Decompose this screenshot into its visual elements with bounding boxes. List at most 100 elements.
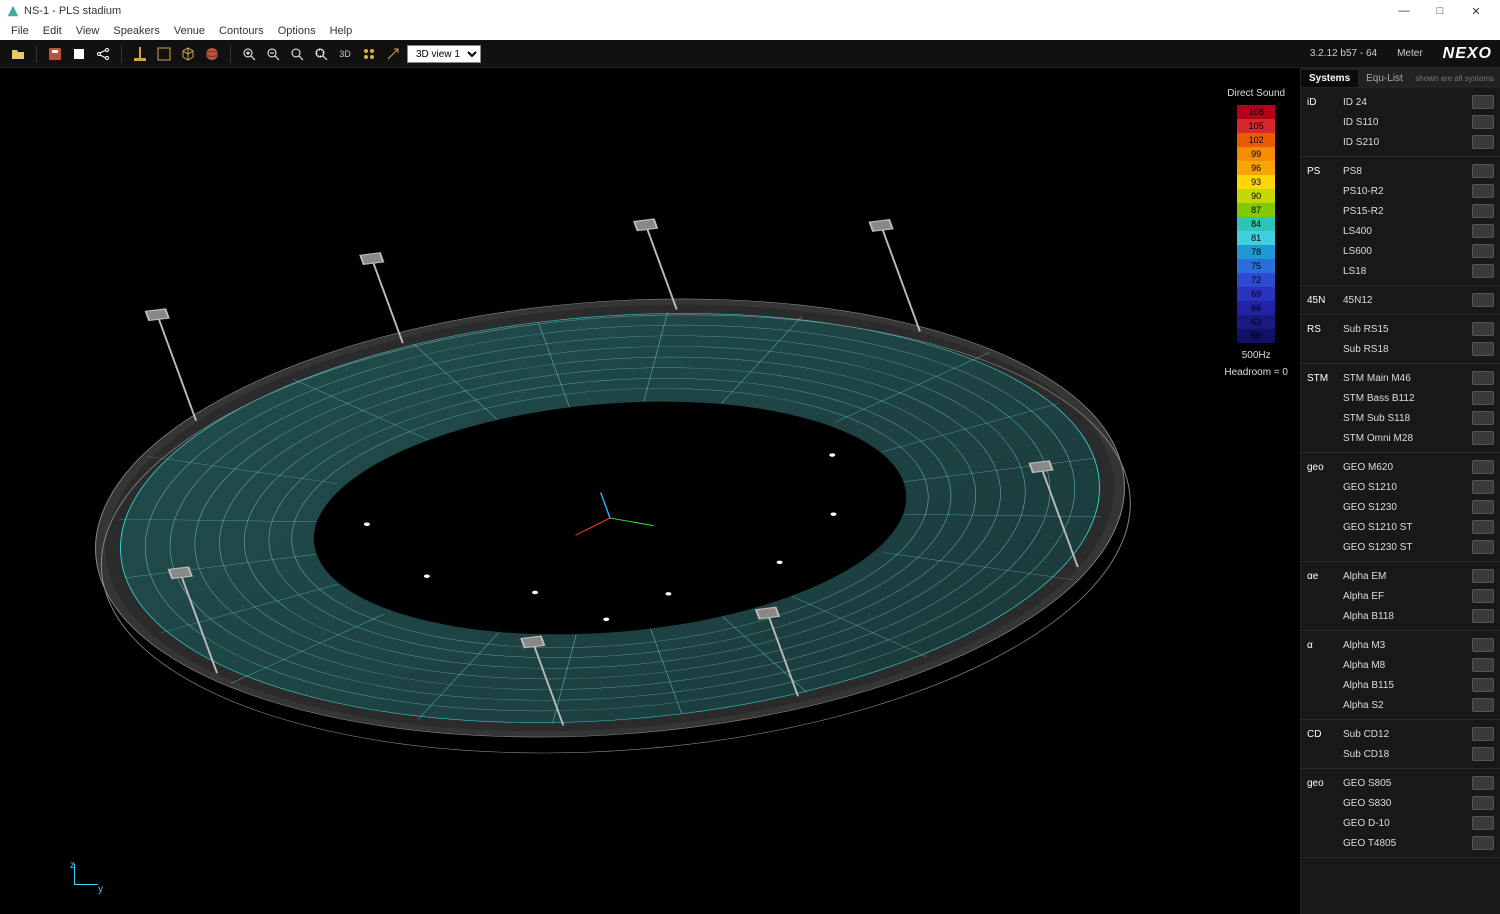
speaker-item[interactable]: GEO D-10	[1301, 813, 1500, 833]
speaker-item[interactable]: geoGEO S805	[1301, 773, 1500, 793]
speaker-item[interactable]: STM Bass B112	[1301, 388, 1500, 408]
speaker-item[interactable]: Alpha S2	[1301, 695, 1500, 715]
box-iso-icon[interactable]	[178, 44, 198, 64]
speaker-item[interactable]: Alpha M8	[1301, 655, 1500, 675]
speaker-item[interactable]: Sub CD18	[1301, 744, 1500, 764]
speaker-group: iDID 24ID S110ID S210	[1301, 88, 1500, 157]
speaker-item-label: Sub CD12	[1343, 729, 1472, 740]
speaker-thumbnail-icon	[1472, 727, 1494, 741]
speaker-item-label: GEO S830	[1343, 798, 1472, 809]
speaker-item[interactable]: ID S210	[1301, 132, 1500, 152]
speaker-item[interactable]: CDSub CD12	[1301, 724, 1500, 744]
speaker-thumbnail-icon	[1472, 540, 1494, 554]
cluster-icon[interactable]	[359, 44, 379, 64]
speaker-item[interactable]: RSSub RS15	[1301, 319, 1500, 339]
speaker-item[interactable]: Alpha B115	[1301, 675, 1500, 695]
viewport-3d[interactable]: Direct Sound 108105102999693908784817875…	[0, 68, 1300, 914]
speaker-thumbnail-icon	[1472, 836, 1494, 850]
speaker-thumbnail-icon	[1472, 371, 1494, 385]
speaker-item[interactable]: Sub RS18	[1301, 339, 1500, 359]
speaker-thumbnail-icon	[1472, 658, 1494, 672]
tab-equ-list[interactable]: Equ-List	[1358, 70, 1411, 87]
open-icon[interactable]	[8, 44, 28, 64]
menu-speakers[interactable]: Speakers	[106, 25, 166, 37]
speaker-item[interactable]: LS18	[1301, 261, 1500, 281]
tab-systems[interactable]: Systems	[1301, 70, 1358, 87]
sphere-icon[interactable]	[202, 44, 222, 64]
speaker-item[interactable]: 45N45N12	[1301, 290, 1500, 310]
menu-venue[interactable]: Venue	[167, 25, 212, 37]
speaker-item[interactable]: STM Sub S118	[1301, 408, 1500, 428]
speaker-item[interactable]: PSPS8	[1301, 161, 1500, 181]
panel-tabs: Systems Equ-List shown are all systems	[1301, 68, 1500, 88]
speaker-item-label: LS600	[1343, 246, 1472, 257]
speaker-item[interactable]: GEO S830	[1301, 793, 1500, 813]
speaker-item[interactable]: geoGEO M620	[1301, 457, 1500, 477]
axis-y-label: y	[98, 884, 103, 895]
legend-swatch: 84	[1237, 217, 1275, 231]
box-front-icon[interactable]	[154, 44, 174, 64]
speaker-item[interactable]: GEO S1210 ST	[1301, 517, 1500, 537]
speaker-item[interactable]: STMSTM Main M46	[1301, 368, 1500, 388]
view-3d-text-icon[interactable]: 3D	[335, 44, 355, 64]
menu-help[interactable]: Help	[323, 25, 360, 37]
menu-options[interactable]: Options	[271, 25, 323, 37]
speaker-item[interactable]: Alpha EF	[1301, 586, 1500, 606]
speaker-item[interactable]: iDID 24	[1301, 92, 1500, 112]
speaker-item[interactable]: STM Omni M28	[1301, 428, 1500, 448]
legend-title: Direct Sound	[1224, 88, 1288, 99]
speaker-group: 45N45N12	[1301, 286, 1500, 315]
speaker-list[interactable]: iDID 24ID S110ID S210 PSPS8PS10-R2PS15-R2…	[1301, 88, 1500, 914]
spl-legend: Direct Sound 108105102999693908784817875…	[1224, 88, 1288, 379]
legend-swatch: 69	[1237, 287, 1275, 301]
share-icon[interactable]	[93, 44, 113, 64]
window-close-button[interactable]: ✕	[1458, 0, 1494, 22]
legend-swatch: 105	[1237, 119, 1275, 133]
speaker-item-label: Alpha EM	[1343, 571, 1472, 582]
speaker-thumbnail-icon	[1472, 747, 1494, 761]
speaker-item[interactable]: Alpha B118	[1301, 606, 1500, 626]
speaker-thumbnail-icon	[1472, 224, 1494, 238]
menu-edit[interactable]: Edit	[36, 25, 69, 37]
zoom-selection-icon[interactable]	[311, 44, 331, 64]
speaker-series-logo: PS	[1307, 166, 1343, 177]
save-icon[interactable]	[45, 44, 65, 64]
speaker-item[interactable]: LS600	[1301, 241, 1500, 261]
legend-swatch: 75	[1237, 259, 1275, 273]
speaker-item-label: GEO S1210	[1343, 482, 1472, 493]
speaker-item[interactable]: GEO T4805	[1301, 833, 1500, 853]
speaker-item-label: Alpha B118	[1343, 611, 1472, 622]
speaker-item[interactable]: PS10-R2	[1301, 181, 1500, 201]
legend-swatch: 87	[1237, 203, 1275, 217]
speaker-item[interactable]: GEO S1230 ST	[1301, 537, 1500, 557]
zoom-fit-icon[interactable]	[287, 44, 307, 64]
speaker-item[interactable]: αeAlpha EM	[1301, 566, 1500, 586]
speaker-item[interactable]: GEO S1210	[1301, 477, 1500, 497]
speaker-item[interactable]: PS15-R2	[1301, 201, 1500, 221]
speaker-item[interactable]: αAlpha M3	[1301, 635, 1500, 655]
speaker-thumbnail-icon	[1472, 342, 1494, 356]
zoom-out-icon[interactable]	[263, 44, 283, 64]
menu-contours[interactable]: Contours	[212, 25, 271, 37]
speaker-item[interactable]: LS400	[1301, 221, 1500, 241]
stop-icon[interactable]	[69, 44, 89, 64]
menu-view[interactable]: View	[69, 25, 107, 37]
speaker-thumbnail-icon	[1472, 184, 1494, 198]
view-select[interactable]: 3D view 1	[407, 45, 481, 63]
zoom-in-icon[interactable]	[239, 44, 259, 64]
speaker-thumbnail-icon	[1472, 293, 1494, 307]
speaker-tool-icon[interactable]	[130, 44, 150, 64]
speaker-series-logo: geo	[1307, 462, 1343, 473]
speaker-item-label: Alpha M8	[1343, 660, 1472, 671]
speaker-item-label: Sub CD18	[1343, 749, 1472, 760]
version-label: 3.2.12 b57 - 64	[1310, 48, 1377, 59]
menu-file[interactable]: File	[4, 25, 36, 37]
speaker-thumbnail-icon	[1472, 322, 1494, 336]
speaker-item[interactable]: GEO S1230	[1301, 497, 1500, 517]
legend-freq: 500Hz	[1224, 349, 1288, 362]
arrow-icon[interactable]	[383, 44, 403, 64]
speaker-series-logo: CD	[1307, 729, 1343, 740]
speaker-item[interactable]: ID S110	[1301, 112, 1500, 132]
window-minimize-button[interactable]: —	[1386, 0, 1422, 22]
window-maximize-button[interactable]: □	[1422, 0, 1458, 22]
